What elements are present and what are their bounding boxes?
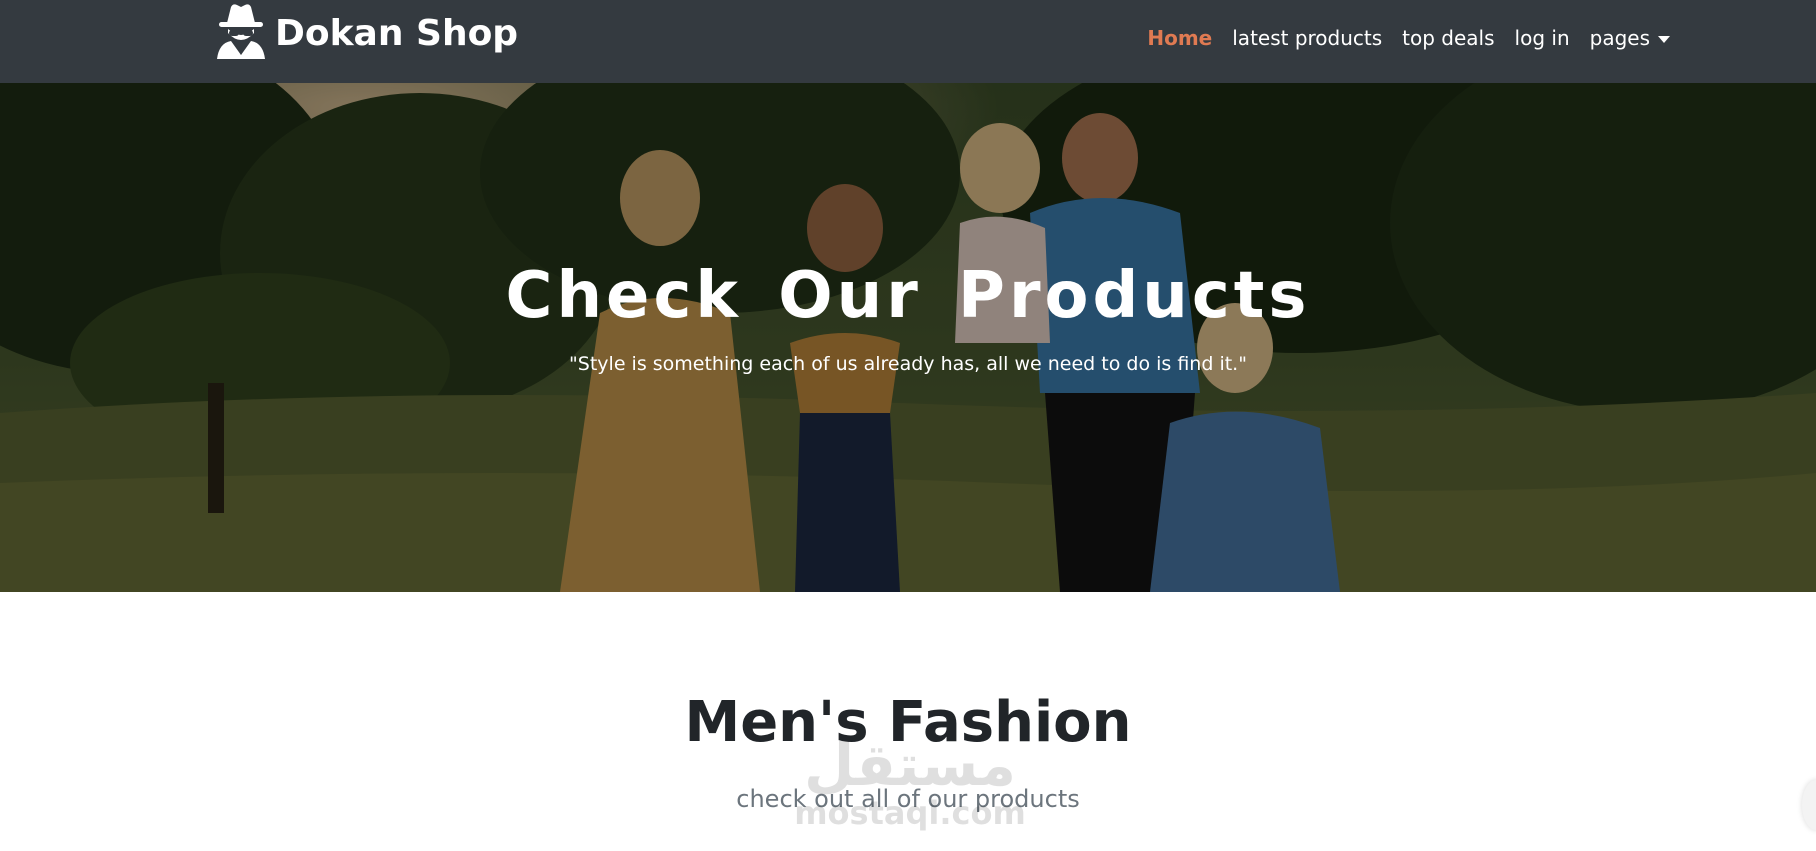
hero-quote: "Style is something each of us already h… <box>569 353 1247 375</box>
brand-link[interactable]: Dokan Shop <box>215 4 518 62</box>
section-subtitle: check out all of our products <box>736 785 1080 813</box>
nav-pages-label: pages <box>1589 26 1650 50</box>
hero-title: Check Our Products <box>505 259 1311 333</box>
caret-down-icon <box>1658 36 1670 43</box>
hero-banner: Check Our Products "Style is something e… <box>0 83 1816 592</box>
hero-dark-overlay <box>0 83 1816 592</box>
nav-latest-products[interactable]: latest products <box>1232 26 1382 50</box>
nav-home[interactable]: Home <box>1147 26 1212 50</box>
nav-top-deals[interactable]: top deals <box>1402 26 1494 50</box>
brand-name: Dokan Shop <box>275 12 519 54</box>
section-title: Men's Fashion <box>684 690 1132 755</box>
nav-menu: Home latest products top deals log in pa… <box>1147 0 1670 76</box>
spy-icon <box>215 3 267 63</box>
nav-log-in[interactable]: log in <box>1515 26 1570 50</box>
navbar: Dokan Shop Home latest products top deal… <box>0 0 1816 83</box>
nav-pages-dropdown[interactable]: pages <box>1590 26 1670 50</box>
